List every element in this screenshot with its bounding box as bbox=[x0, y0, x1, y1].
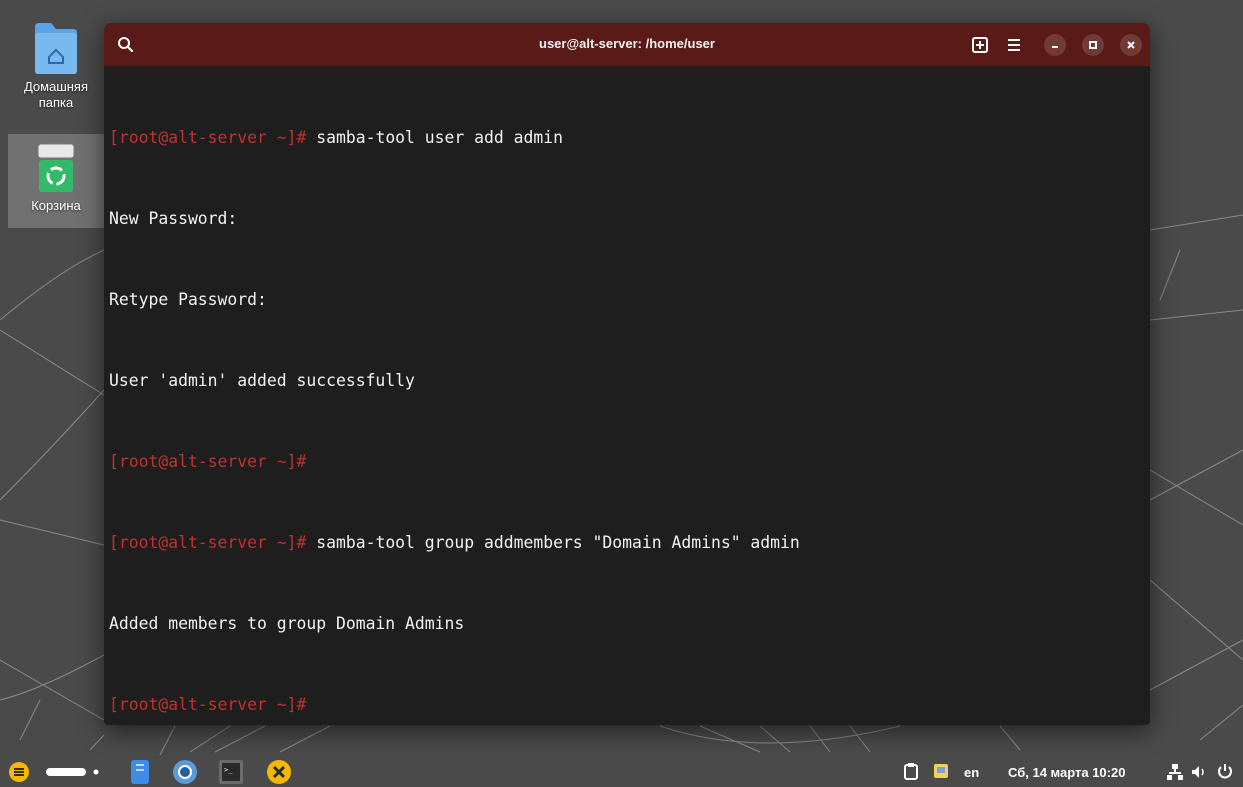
line-text: Added members to group Domain Admins bbox=[109, 614, 465, 633]
svg-text:>_: >_ bbox=[224, 766, 233, 774]
hamburger-menu-icon[interactable] bbox=[1002, 33, 1026, 57]
keyboard-layout-indicator[interactable]: en bbox=[964, 765, 979, 780]
shell-prompt: [root@alt-server ~]# bbox=[109, 452, 307, 471]
line-text: New Password: bbox=[109, 209, 238, 228]
desktop-icon-trash[interactable]: Корзина bbox=[8, 134, 104, 228]
line-text: samba-tool group addmembers "Domain Admi… bbox=[306, 533, 800, 552]
settings-tools-icon[interactable] bbox=[266, 759, 292, 785]
network-icon[interactable] bbox=[1166, 763, 1184, 781]
line-text: samba-tool user add admin bbox=[306, 128, 563, 147]
desktop-icon-label: Домашняя папка bbox=[23, 79, 89, 110]
clock-date-time[interactable]: Сб, 14 марта 10:20 bbox=[1008, 765, 1125, 780]
close-button[interactable] bbox=[1120, 34, 1142, 56]
shell-prompt: [root@alt-server ~]# bbox=[109, 128, 307, 147]
maximize-icon bbox=[1089, 41, 1097, 49]
maximize-button[interactable] bbox=[1082, 34, 1104, 56]
terminal-output[interactable]: [root@alt-server ~]# samba-tool user add… bbox=[109, 70, 1142, 725]
terminal-line: [root@alt-server ~]# bbox=[109, 448, 1142, 475]
desktop-icon-label: Корзина bbox=[31, 198, 81, 213]
line-text: User 'admin' added successfully bbox=[109, 371, 415, 390]
power-icon[interactable] bbox=[1216, 762, 1234, 780]
workspace-switcher-icon[interactable] bbox=[44, 765, 108, 779]
terminal-line: Retype Password: bbox=[109, 286, 1142, 313]
shell-prompt: [root@alt-server ~]# bbox=[109, 695, 307, 714]
desktop-icon-home-folder[interactable]: Домашняя папка bbox=[8, 16, 104, 130]
app-menu-icon[interactable] bbox=[8, 761, 30, 783]
clipboard-icon[interactable] bbox=[902, 762, 920, 780]
terminal-line: [root@alt-server ~]# samba-tool user add… bbox=[109, 124, 1142, 151]
terminal-window[interactable]: user@alt-server: /home/user [root@alt-se… bbox=[104, 23, 1150, 725]
chromium-browser-icon[interactable] bbox=[172, 759, 198, 785]
window-title: user@alt-server: /home/user bbox=[539, 36, 715, 51]
taskbar: >_ en Сб, 14 марта 10:20 bbox=[0, 755, 1243, 787]
terminal-line: [root@alt-server ~]# bbox=[109, 691, 1142, 718]
close-icon bbox=[1127, 41, 1135, 49]
terminal-line: Added members to group Domain Admins bbox=[109, 610, 1142, 637]
terminal-line: New Password: bbox=[109, 205, 1142, 232]
terminal-app-icon[interactable]: >_ bbox=[218, 759, 244, 785]
line-text: Retype Password: bbox=[109, 290, 267, 309]
trash-icon bbox=[37, 143, 75, 192]
new-tab-icon[interactable] bbox=[968, 33, 992, 57]
terminal-line: [root@alt-server ~]# samba-tool group ad… bbox=[109, 529, 1142, 556]
notes-icon[interactable] bbox=[932, 762, 950, 780]
shell-prompt: [root@alt-server ~]# bbox=[109, 533, 307, 552]
minimize-button[interactable] bbox=[1044, 34, 1066, 56]
volume-icon[interactable] bbox=[1190, 763, 1208, 781]
terminal-line: User 'admin' added successfully bbox=[109, 367, 1142, 394]
minimize-icon bbox=[1052, 46, 1058, 48]
terminal-headerbar[interactable]: user@alt-server: /home/user bbox=[104, 23, 1150, 66]
folder-home-icon bbox=[35, 23, 77, 74]
file-manager-icon[interactable] bbox=[128, 759, 152, 785]
